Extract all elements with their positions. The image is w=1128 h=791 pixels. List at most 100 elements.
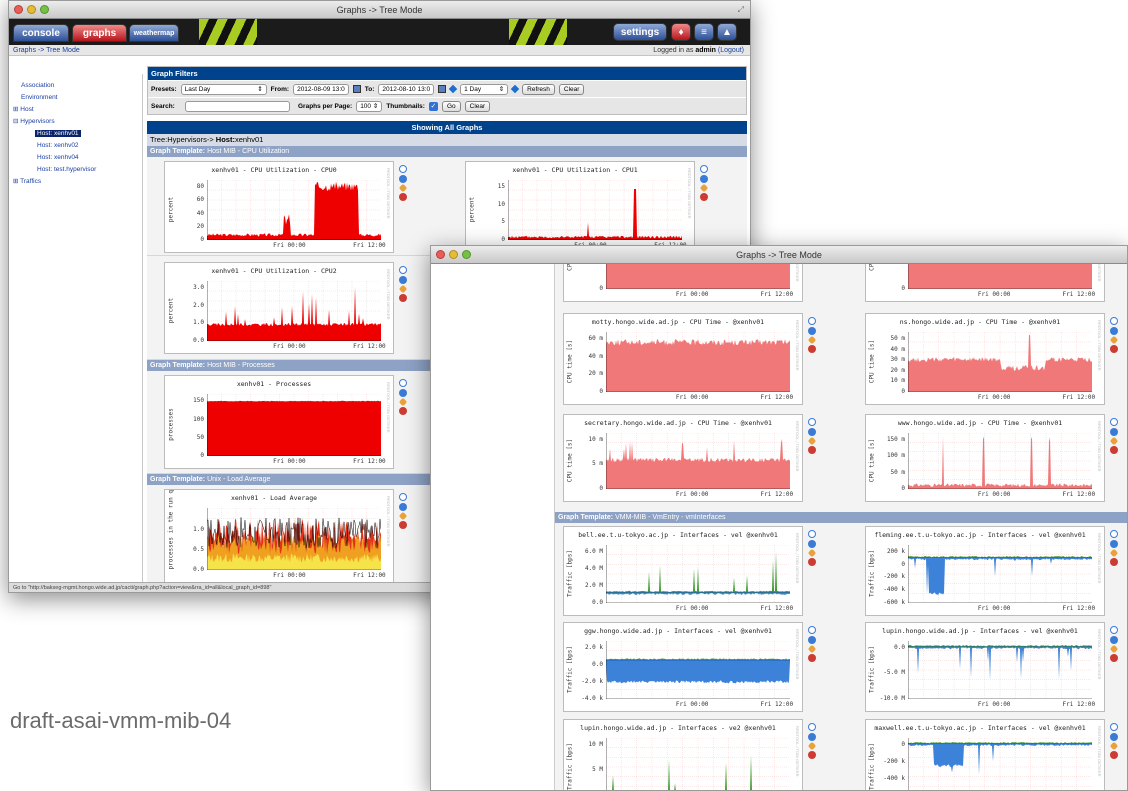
minimize-icon[interactable]: [27, 5, 36, 14]
tree-item-host-xenhv02[interactable]: Host: xenhv02: [9, 140, 142, 152]
graph-image[interactable]: xenhv01 - Load Average RRDTOOL / TOBI OET…: [164, 489, 394, 582]
zoom-icon[interactable]: [1110, 626, 1118, 634]
info-icon[interactable]: [1110, 540, 1118, 548]
edit-tool-icon[interactable]: [1109, 335, 1119, 345]
tree-item-host-xenhv04[interactable]: Host: xenhv04: [9, 152, 142, 164]
graph-image[interactable]: lupin.hongo.wide.ad.jp - Interfaces - ve…: [563, 719, 803, 790]
graph-image[interactable]: RRDTOOL / TOBI OETIKERCPU0Fri 00:00Fri 1…: [865, 264, 1105, 302]
edit-tool-icon[interactable]: [807, 741, 817, 751]
info-icon[interactable]: [808, 327, 816, 335]
clear-search-button[interactable]: Clear: [464, 100, 491, 112]
tree-item-host[interactable]: ⊞ Host: [9, 104, 142, 116]
delete-icon[interactable]: [399, 193, 407, 201]
delete-icon[interactable]: [1110, 446, 1118, 454]
info-icon[interactable]: [808, 636, 816, 644]
delete-icon[interactable]: [399, 407, 407, 415]
edit-tool-icon[interactable]: [398, 511, 408, 521]
zoom-icon[interactable]: [462, 250, 471, 259]
timespan-select[interactable]: 1 Day ⇕: [460, 83, 509, 95]
graph-image[interactable]: lupin.hongo.wide.ad.jp - Interfaces - ve…: [865, 622, 1105, 712]
graph-image[interactable]: secretary.hongo.wide.ad.jp - CPU Time - …: [563, 414, 803, 502]
zoom-icon[interactable]: [808, 723, 816, 731]
delete-icon[interactable]: [700, 193, 708, 201]
go-button[interactable]: Go: [441, 100, 461, 112]
delete-icon[interactable]: [1110, 345, 1118, 353]
info-icon[interactable]: [808, 540, 816, 548]
search-input[interactable]: [185, 100, 290, 112]
logout-link[interactable]: (Logout): [718, 47, 744, 54]
close-icon[interactable]: [436, 250, 445, 259]
window-titlebar[interactable]: Graphs -> Tree Mode: [431, 246, 1127, 264]
graph-image[interactable]: ggw.hongo.wide.ad.jp - Interfaces - vel …: [563, 622, 803, 712]
edit-tool-icon[interactable]: [807, 335, 817, 345]
window-titlebar[interactable]: Graphs -> Tree Mode ⤢: [9, 1, 750, 19]
info-icon[interactable]: [1110, 428, 1118, 436]
zoom-icon[interactable]: [399, 493, 407, 501]
edit-tool-icon[interactable]: [398, 397, 408, 407]
edit-tool-icon[interactable]: [807, 644, 817, 654]
info-icon[interactable]: [399, 175, 407, 183]
zoom-icon[interactable]: [399, 266, 407, 274]
tab-settings[interactable]: settings: [613, 23, 667, 41]
info-icon[interactable]: [399, 276, 407, 284]
zoom-icon[interactable]: [808, 317, 816, 325]
zoom-icon[interactable]: [700, 165, 708, 173]
edit-tool-icon[interactable]: [398, 183, 408, 193]
graph-image[interactable]: ns.hongo.wide.ad.jp - CPU Time - @xenhv0…: [865, 313, 1105, 405]
to-input[interactable]: 2012-08-10 13:0: [378, 83, 435, 95]
graph-image[interactable]: xenhv01 - CPU Utilization - CPU2 RRDTOOL …: [164, 262, 394, 354]
zoom-icon[interactable]: [40, 5, 49, 14]
edit-tool-icon[interactable]: [807, 436, 817, 446]
zoom-icon[interactable]: [1110, 418, 1118, 426]
edit-tool-icon[interactable]: [1109, 548, 1119, 558]
tab-weathermap[interactable]: weathermap: [129, 24, 179, 42]
info-icon[interactable]: [1110, 733, 1118, 741]
graph-image[interactable]: RRDTOOL / TOBI OETIKERCPU20 m0Fri 00:00F…: [563, 264, 803, 302]
delete-icon[interactable]: [808, 345, 816, 353]
info-icon[interactable]: [700, 175, 708, 183]
tab-graphs[interactable]: graphs: [72, 24, 127, 42]
minimize-icon[interactable]: [449, 250, 458, 259]
delete-icon[interactable]: [1110, 654, 1118, 662]
presets-select[interactable]: Last Day ⇕: [180, 83, 267, 95]
edit-tool-icon[interactable]: [699, 183, 709, 193]
tree-view-icon[interactable]: ♦: [671, 23, 691, 41]
info-icon[interactable]: [808, 428, 816, 436]
edit-tool-icon[interactable]: [807, 548, 817, 558]
list-view-icon[interactable]: ≡: [694, 23, 714, 41]
graph-image[interactable]: fleming.ee.t.u-tokyo.ac.jp - Interfaces …: [865, 526, 1105, 616]
edit-tool-icon[interactable]: [1109, 644, 1119, 654]
info-icon[interactable]: [399, 503, 407, 511]
from-input[interactable]: 2012-08-09 13:0: [293, 83, 349, 95]
delete-icon[interactable]: [399, 521, 407, 529]
zoom-icon[interactable]: [1110, 317, 1118, 325]
delete-icon[interactable]: [808, 446, 816, 454]
tree-item-association[interactable]: Association: [9, 80, 142, 92]
delete-icon[interactable]: [808, 654, 816, 662]
close-icon[interactable]: [14, 5, 23, 14]
tree-item-hypervisors[interactable]: ⊟ Hypervisors: [9, 116, 142, 128]
zoom-icon[interactable]: [808, 530, 816, 538]
calendar-icon[interactable]: [438, 85, 447, 93]
graph-image[interactable]: bell.ee.t.u-tokyo.ac.jp - Interfaces - v…: [563, 526, 803, 616]
zoom-icon[interactable]: [1110, 723, 1118, 731]
shift-right-icon[interactable]: [510, 84, 520, 94]
delete-icon[interactable]: [808, 558, 816, 566]
edit-tool-icon[interactable]: [1109, 741, 1119, 751]
tree-item-host-test-hypervisor[interactable]: Host: test.hypervisor: [9, 164, 142, 176]
info-icon[interactable]: [1110, 327, 1118, 335]
delete-icon[interactable]: [1110, 558, 1118, 566]
info-icon[interactable]: [399, 389, 407, 397]
per-page-select[interactable]: 100 ⇕: [356, 100, 383, 112]
zoom-icon[interactable]: [399, 165, 407, 173]
breadcrumb-link[interactable]: Graphs -> Tree Mode: [13, 47, 80, 54]
refresh-button[interactable]: Refresh: [522, 83, 555, 95]
calendar-icon[interactable]: [352, 85, 361, 93]
graph-image[interactable]: xenhv01 - Processes RRDTOOL / TOBI OETIKE…: [164, 375, 394, 469]
zoom-icon[interactable]: [808, 418, 816, 426]
zoom-icon[interactable]: [399, 379, 407, 387]
delete-icon[interactable]: [399, 294, 407, 302]
graph-image[interactable]: xenhv01 - CPU Utilization - CPU1 RRDTOOL …: [465, 161, 695, 253]
fullscreen-icon[interactable]: ⤢: [738, 1, 744, 19]
clear-button[interactable]: Clear: [558, 83, 585, 95]
